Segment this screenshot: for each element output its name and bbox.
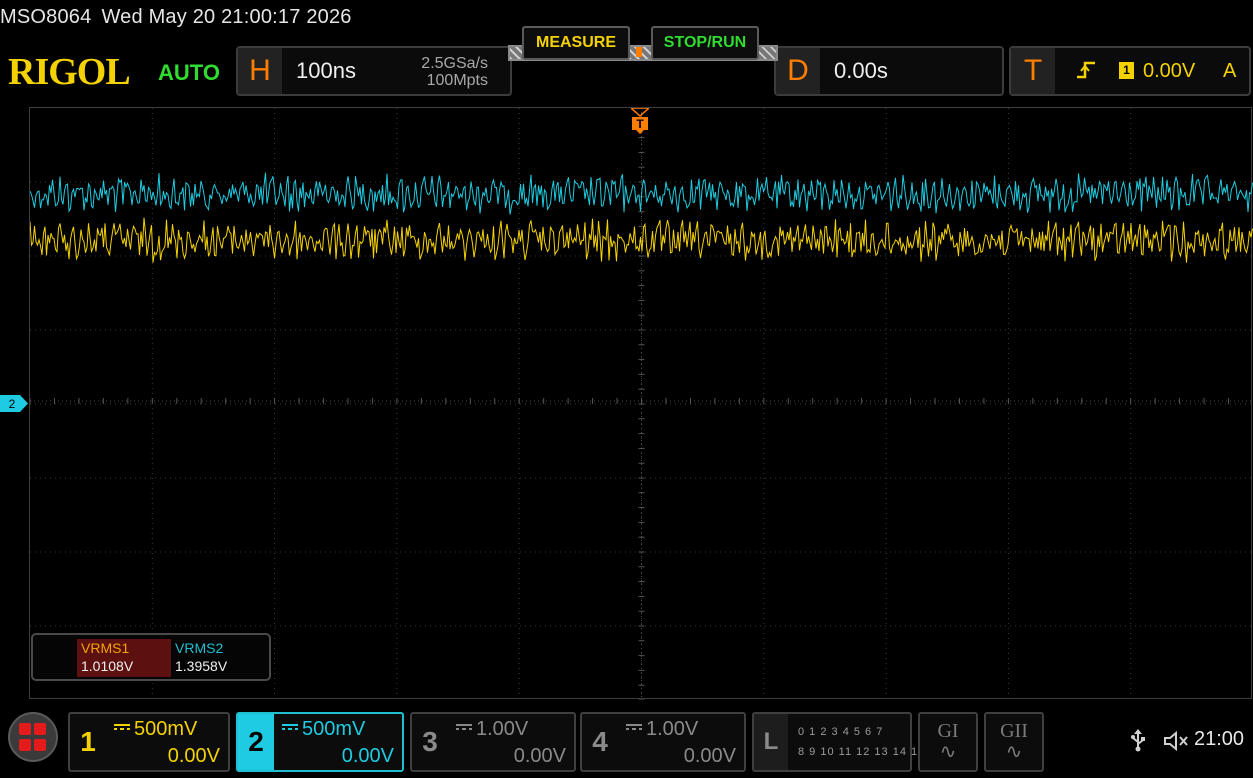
- channel-offset: 0.00V: [513, 745, 566, 767]
- sine-wave-icon: ∿: [1005, 741, 1023, 763]
- measurement-label: VRMS2: [175, 640, 224, 656]
- measurement-value: 1.0108V: [81, 658, 134, 674]
- waveform-display[interactable]: [29, 107, 1253, 700]
- model-name: MSO8064: [0, 6, 92, 28]
- clock: 21:00: [1194, 728, 1245, 750]
- home-menu-button[interactable]: [8, 712, 58, 762]
- horizontal-tag: H: [238, 48, 282, 94]
- datetime: Wed May 20 21:00:17 2026: [101, 6, 352, 28]
- delay-value: 0.00s: [834, 58, 888, 83]
- channel-number: 3: [422, 726, 438, 757]
- trigger-mode: A: [1223, 60, 1237, 82]
- measure-button[interactable]: MEASURE: [522, 26, 630, 60]
- acquisition-info: 2.5GSa/s 100Mpts: [406, 55, 488, 89]
- channel-offset: 0.00V: [341, 745, 394, 767]
- usb-icon[interactable]: [1130, 728, 1146, 758]
- horizontal-panel[interactable]: H 100ns 2.5GSa/s 100Mpts: [236, 46, 512, 96]
- channel-number: 4: [592, 726, 608, 757]
- run-state-label[interactable]: AUTO: [158, 60, 220, 86]
- logic-label: L: [754, 714, 788, 770]
- channel-2-box[interactable]: 2 500mV 0.00V: [236, 712, 404, 772]
- channel-number: 2: [238, 714, 274, 770]
- sample-rate: 2.5GSa/s: [421, 55, 488, 72]
- delay-tag: D: [776, 48, 820, 94]
- generator-label: GI: [937, 720, 959, 742]
- channel-scale: 1.00V: [476, 718, 529, 740]
- status-line: MSO8064 Wed May 20 21:00:17 2026: [0, 6, 362, 32]
- trigger-level: 0.00V: [1143, 60, 1196, 82]
- rising-edge-icon: [1075, 59, 1097, 87]
- channel-offset: 0.00V: [683, 745, 736, 767]
- measurement-value: 1.3958V: [175, 658, 228, 674]
- channel-scale: 1.00V: [646, 718, 699, 740]
- ch2-offset-marker[interactable]: 2: [0, 395, 28, 412]
- channel-3-box[interactable]: 3 1.00V 0.00V: [410, 712, 576, 772]
- trigger-marker-label: T: [636, 117, 644, 131]
- trigger-panel[interactable]: T 1 0.00V A: [1009, 46, 1251, 96]
- dc-coupling-icon: [282, 720, 298, 734]
- channel-number: 1: [80, 726, 96, 757]
- logic-channels-row-2: 8 9 10 11 12 13 14 15: [798, 746, 926, 758]
- channel-offset: 0.00V: [167, 745, 220, 767]
- sine-wave-icon: ∿: [939, 741, 957, 763]
- channel-1-box[interactable]: 1 500mV 0.00V: [68, 712, 230, 772]
- trigger-tag: T: [1011, 48, 1055, 94]
- dc-coupling-icon: [456, 720, 472, 734]
- grid-menu-icon: [19, 723, 47, 751]
- channel-scale: 500mV: [302, 718, 366, 740]
- stop-run-button[interactable]: STOP/RUN: [651, 26, 759, 60]
- waveform-graticule: [30, 108, 1253, 700]
- brand-logo: RIGOL: [8, 51, 131, 93]
- generator-1-button[interactable]: GI ∿: [918, 712, 978, 772]
- generator-label: GII: [1000, 720, 1028, 742]
- memory-position-marker: [636, 47, 642, 57]
- logic-analyzer-box[interactable]: L 0 1 2 3 4 5 6 7 8 9 10 11 12 13 14 15: [752, 712, 924, 772]
- speaker-muted-icon[interactable]: [1163, 730, 1189, 757]
- ch2-offset-label: 2: [9, 397, 16, 411]
- logic-channels-row-1: 0 1 2 3 4 5 6 7: [798, 726, 884, 738]
- memory-depth: 100Mpts: [426, 72, 488, 89]
- channel-scale: 500mV: [134, 718, 198, 740]
- trigger-source: 1: [1119, 62, 1134, 79]
- bottom-bar: 1 500mV 0.00V 2 500mV 0.00V 3 1.00V 0.00…: [0, 706, 1253, 778]
- trigger-position-marker[interactable]: T: [631, 108, 649, 134]
- measurement-vrms1[interactable]: VRMS1 1.0108V: [77, 639, 171, 677]
- channel-4-box[interactable]: 4 1.00V 0.00V: [580, 712, 746, 772]
- measurement-label: VRMS1: [81, 640, 130, 656]
- generator-2-button[interactable]: GII ∿: [984, 712, 1044, 772]
- delay-panel[interactable]: D 0.00s: [774, 46, 1004, 96]
- timebase-value: 100ns: [296, 58, 356, 83]
- dc-coupling-icon: [626, 720, 642, 734]
- measurement-vrms2[interactable]: VRMS2 1.3958V: [171, 639, 265, 677]
- dc-coupling-icon: [114, 720, 130, 734]
- measurement-panel[interactable]: VRMS1 1.0108V VRMS2 1.3958V: [31, 633, 271, 681]
